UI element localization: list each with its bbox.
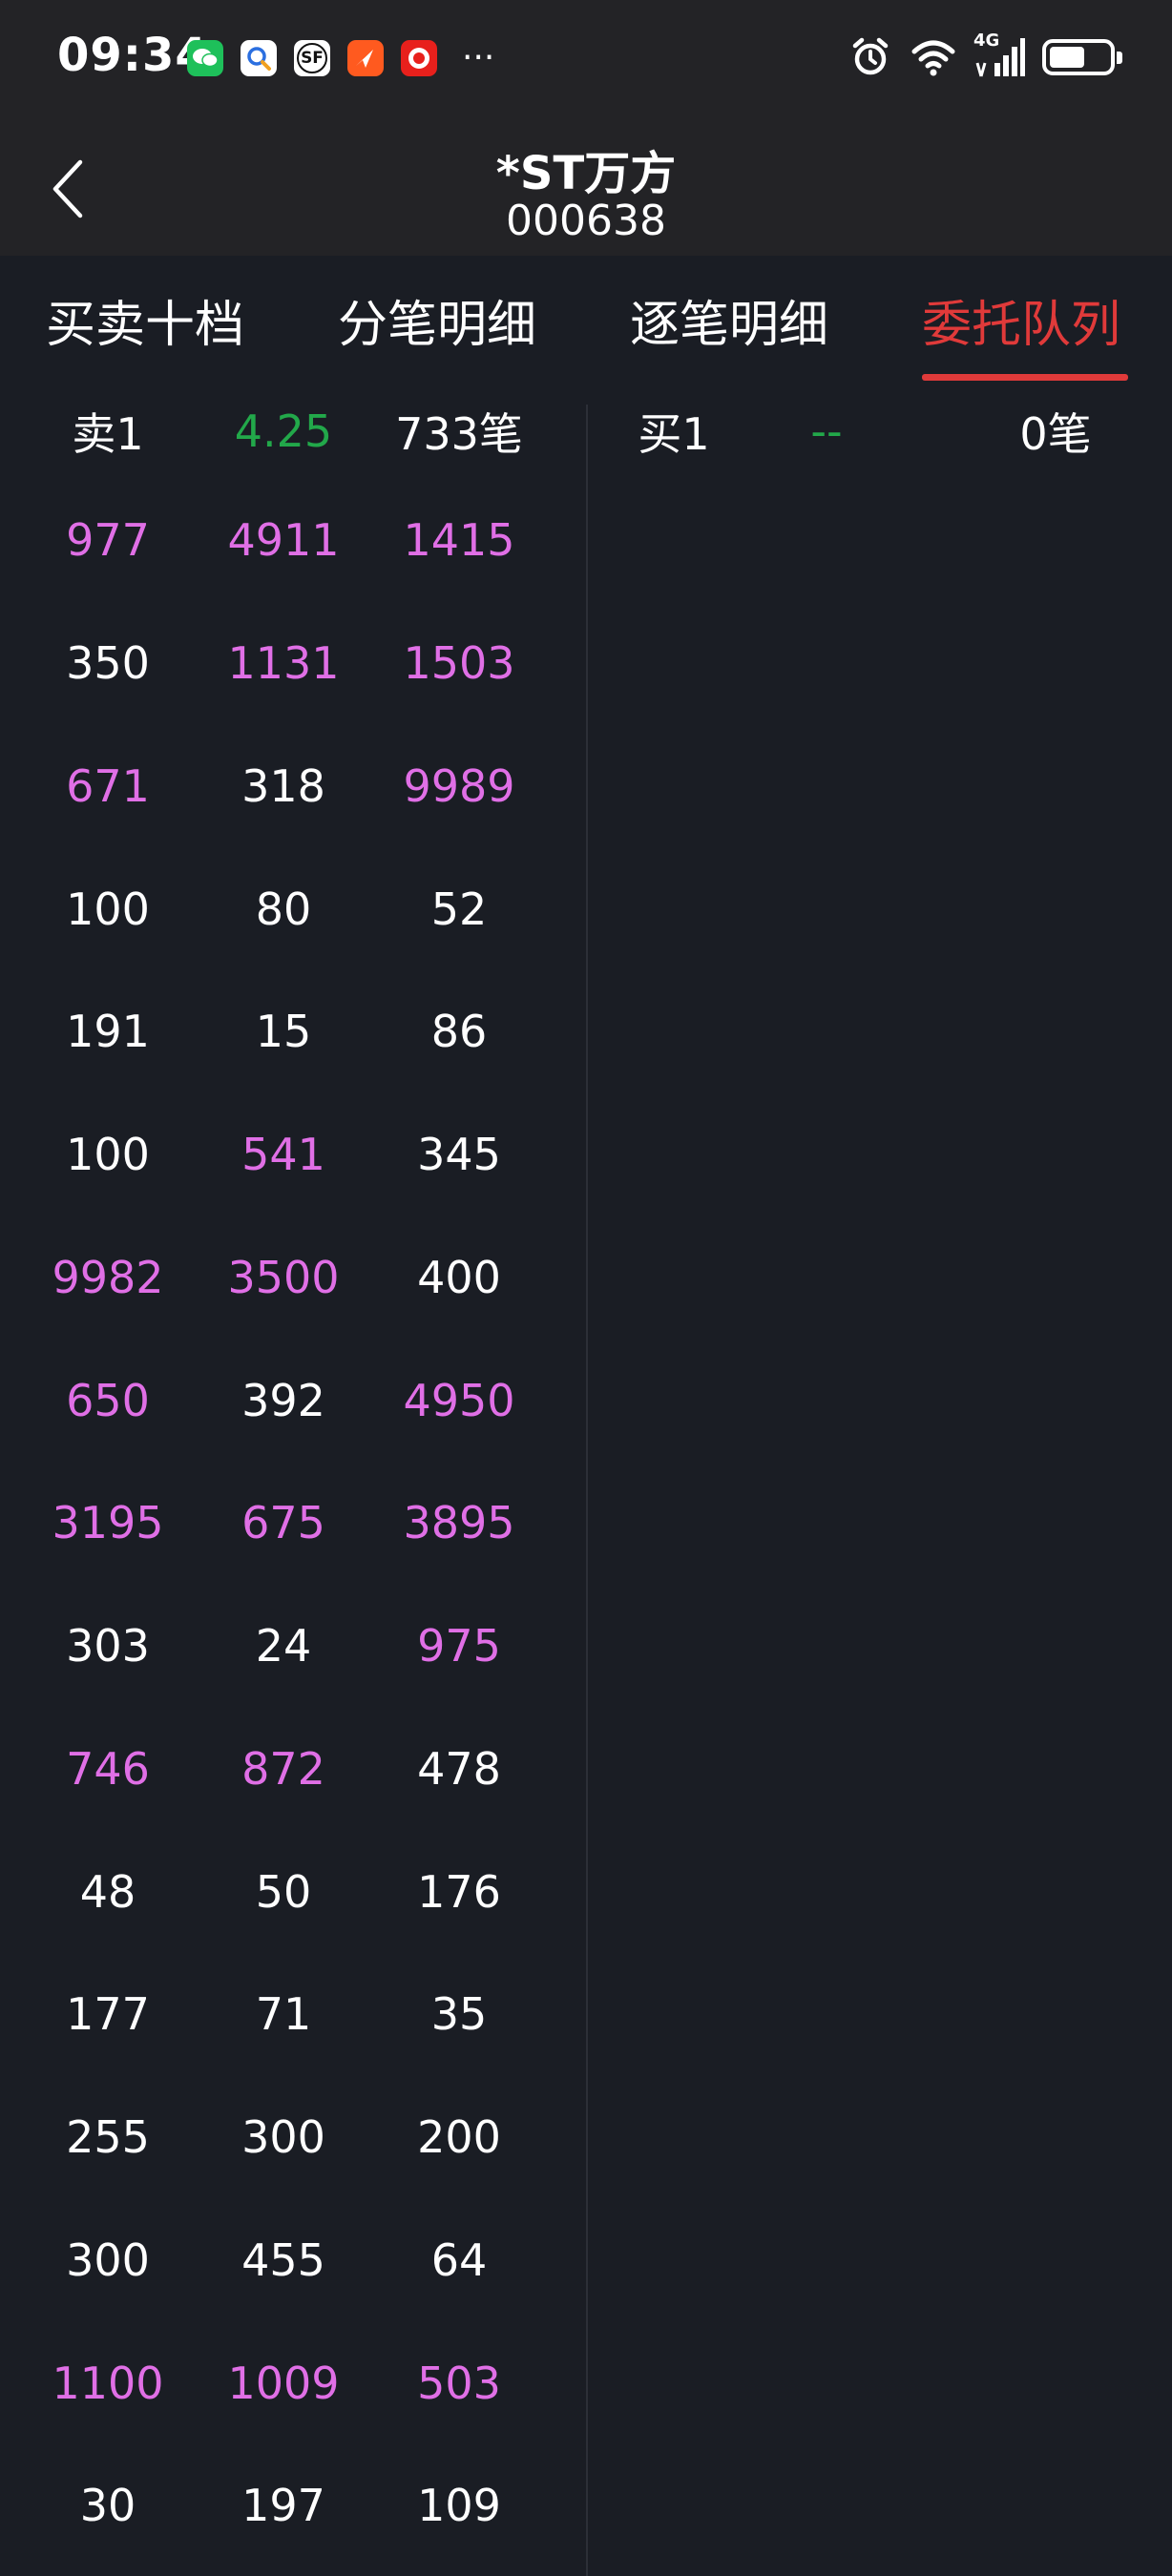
detail-tabs: 买卖十档 分笔明细 逐笔明细 委托队列	[0, 256, 1172, 384]
more-notifications-icon: ···	[462, 38, 495, 77]
search-app-icon	[241, 40, 277, 76]
wifi-icon	[911, 40, 955, 76]
queue-row: 303 24 975	[0, 1585, 586, 1708]
status-time: 09:34	[57, 29, 208, 82]
queue-order-volume: 1503	[403, 637, 515, 690]
stock-header: *ST万方 000638	[0, 116, 1172, 256]
queue-order-volume: 64	[430, 2233, 488, 2286]
queue-row: 3195 675 3895	[0, 1462, 586, 1585]
queue-row: 191 15 86	[0, 970, 586, 1093]
queue-order-volume: 478	[417, 1742, 501, 1795]
queue-row: 30 197 109	[0, 2444, 586, 2567]
tab-order-book[interactable]: 买卖十档	[46, 284, 244, 356]
queue-order-volume: 35	[430, 1988, 488, 2041]
stock-code: 000638	[506, 197, 666, 245]
queue-row: 650 392 4950	[0, 1339, 586, 1462]
stock-name: *ST万方	[495, 147, 677, 200]
queue-row: 746 872 478	[0, 1708, 586, 1831]
active-tab-indicator	[922, 374, 1128, 381]
queue-row: 100 541 345	[0, 1093, 586, 1216]
queue-row: 350 1131 1503	[0, 602, 586, 725]
notification-icons: SF ···	[187, 40, 494, 76]
buy-order-count: 0笔	[1019, 408, 1092, 460]
sf-express-icon: SF	[294, 40, 330, 76]
queue-row: 977 4911 1415	[0, 479, 586, 602]
queue-order-volume: 200	[417, 2111, 501, 2164]
queue-order-volume: 4950	[403, 1374, 515, 1426]
battery-icon	[1042, 39, 1122, 75]
queue-row: 48 50 176	[0, 1830, 586, 1953]
queue-order-volume: 9989	[403, 759, 515, 812]
wechat-icon	[187, 40, 223, 76]
tab-order-queue[interactable]: 委托队列	[922, 284, 1120, 356]
queue-order-volume: 1415	[403, 514, 515, 567]
buy-price: --	[810, 405, 843, 457]
battery-level	[1050, 47, 1084, 68]
queue-row: 255 300 200	[0, 2076, 586, 2199]
system-icons: 4G	[848, 31, 1122, 80]
queue-divider	[586, 405, 588, 2576]
queue-order-volume: 345	[417, 1129, 501, 1181]
sell-order-count: 733笔	[395, 408, 523, 460]
queue-order-volume: 109	[417, 2480, 501, 2532]
queue-row: 300 455 64	[0, 2199, 586, 2322]
queue-row: 671 318 9989	[0, 725, 586, 848]
queue-order-volume: 975	[417, 1620, 501, 1672]
alarm-icon	[852, 37, 889, 75]
buy-level-label: 买1	[638, 408, 710, 460]
video-app-icon	[347, 40, 384, 76]
queue-row: 1100 1009 503	[0, 2321, 586, 2444]
news-app-icon	[401, 40, 437, 76]
queue-row: 177 71 35	[0, 1953, 586, 2076]
cellular-signal-icon: 4G	[973, 31, 1025, 80]
queue-order-volume: 86	[430, 1006, 488, 1058]
tab-tick-detail[interactable]: 分笔明细	[338, 284, 536, 356]
buy-queue-header: 买1 -- 0笔	[588, 384, 1172, 479]
queue-row: 9982 3500 400	[0, 1216, 586, 1340]
queue-row: 100 80 52	[0, 847, 586, 970]
status-bar: 09:34 SF ··· 4G	[0, 0, 1172, 116]
queue-order-volume: 52	[430, 883, 488, 935]
sell-queue-list: 977 4911 1415 350 1131 1503 671 318 9989 100 80 52 1…	[0, 479, 586, 2567]
sell-queue-header: 卖1 4.25 733笔	[0, 384, 586, 479]
queue-order-volume: 400	[417, 1251, 501, 1303]
tab-trade-detail[interactable]: 逐笔明细	[630, 284, 828, 356]
sf-logo-text: SF	[297, 43, 327, 73]
queue-order-volume: 176	[417, 1865, 501, 1918]
queue-order-volume: 3895	[403, 1497, 515, 1549]
queue-order-volume: 503	[417, 2357, 501, 2409]
